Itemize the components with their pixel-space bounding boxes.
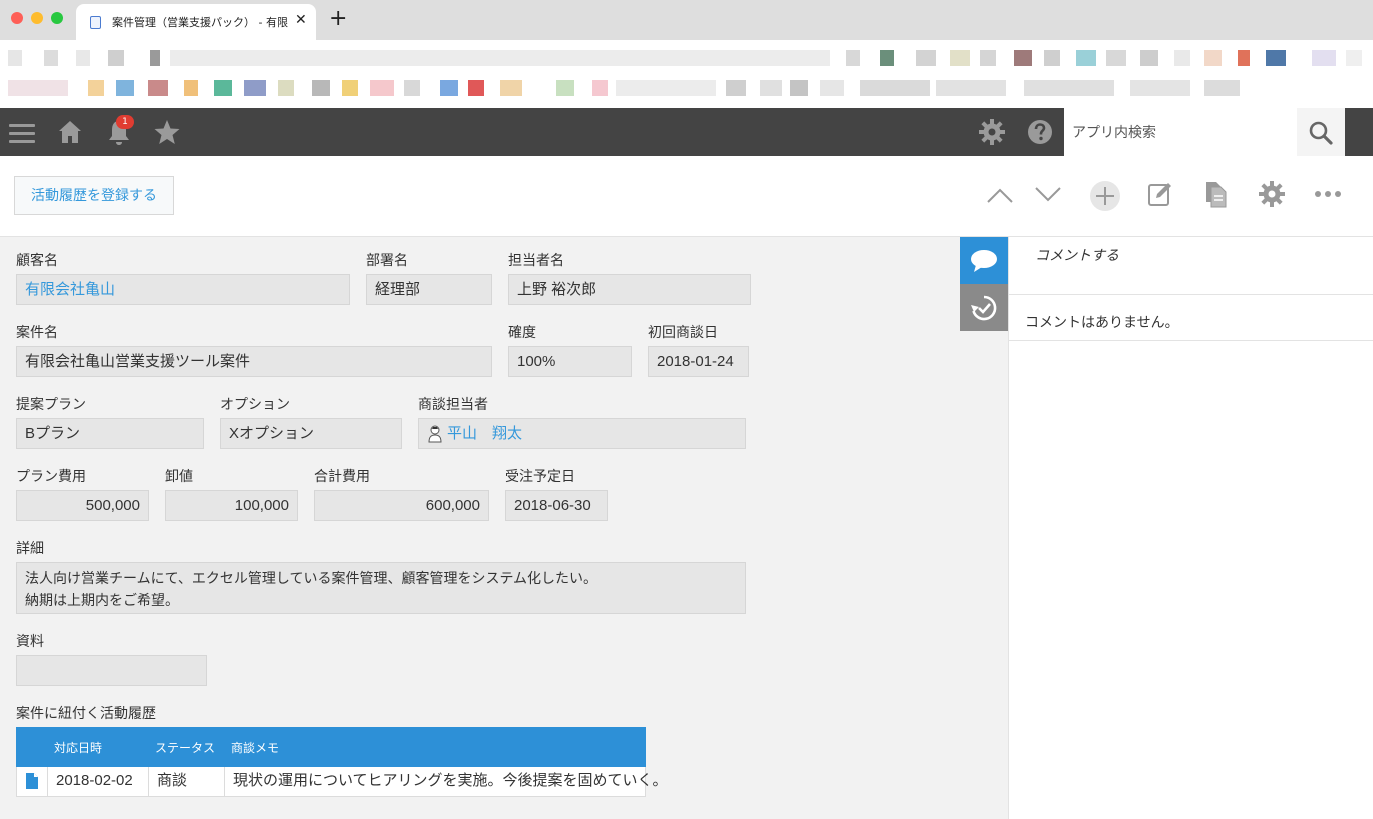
probability-label: 確度 <box>508 324 536 340</box>
empty-comments-message: コメントはありません。 <box>1025 314 1179 330</box>
table-header: 対応日時 ステータス 商談メモ <box>16 727 646 767</box>
deal-field: 有限会社亀山営業支援ツール案件 <box>16 346 492 377</box>
history-tab[interactable] <box>960 284 1008 331</box>
detail-line: 納期は上期内をご希望。 <box>25 592 179 608</box>
more-icon[interactable] <box>1314 180 1342 212</box>
gear-icon[interactable] <box>978 118 1006 150</box>
history-icon <box>971 295 997 321</box>
column-header-memo: 商談メモ <box>231 741 280 755</box>
wholesale-field: 100,000 <box>165 490 298 521</box>
user-icon <box>428 425 442 443</box>
favicon-icon <box>90 16 101 29</box>
star-icon[interactable] <box>153 118 181 150</box>
comment-placeholder[interactable]: コメントする <box>1035 245 1119 265</box>
bookmarks-bar <box>0 40 1373 108</box>
document-icon[interactable] <box>26 773 38 789</box>
total-cost-field: 600,000 <box>314 490 489 521</box>
activity-status: 商談 <box>148 767 224 796</box>
activity-label: 案件に紐付く活動履歴 <box>16 705 156 721</box>
comment-icon <box>971 250 997 272</box>
detail-line: 法人向け営業チームにて、エクセル管理している案件管理、顧客管理をシステム化したい… <box>25 570 598 586</box>
record-toolbar: 活動履歴を登録する <box>0 156 1373 237</box>
gear-icon[interactable] <box>1258 180 1286 212</box>
app-search-wrap <box>1064 108 1298 156</box>
search-button[interactable] <box>1297 108 1345 156</box>
record-form: 顧客名 有限会社亀山 部署名 経理部 担当者名 上野 裕次郎 案件名 有限会社亀… <box>0 237 960 819</box>
panel-divider <box>1009 340 1373 341</box>
customer-label: 顧客名 <box>16 252 58 268</box>
customer-field[interactable]: 有限会社亀山 <box>16 274 350 305</box>
order-date-label: 受注予定日 <box>505 468 575 484</box>
edit-icon[interactable] <box>1146 180 1174 212</box>
tab-title: 案件管理（営業支援パック） - 有限 <box>112 16 288 29</box>
table-row[interactable]: 2018-02-02 商談 現状の運用についてヒアリングを実施。今後提案を固めて… <box>16 767 668 797</box>
app-search-input[interactable] <box>1072 120 1292 144</box>
column-header-status: ステータス <box>155 741 216 755</box>
browser-tabbar: 案件管理（営業支援パック） - 有限 ✕ + <box>0 0 1373 40</box>
notification-badge: 1 <box>116 115 134 129</box>
probability-field: 100% <box>508 346 632 377</box>
search-icon <box>1309 121 1333 145</box>
materials-field <box>16 655 207 686</box>
department-label: 部署名 <box>366 252 408 268</box>
comment-input[interactable]: コメントする <box>1009 237 1373 295</box>
contact-field: 上野 裕次郎 <box>508 274 751 305</box>
chevron-up-icon[interactable] <box>986 180 1014 212</box>
side-panel-tabs <box>960 237 1008 819</box>
plus-icon[interactable] <box>1089 180 1121 216</box>
rep-field[interactable]: 平山 翔太 <box>418 418 746 449</box>
menu-icon[interactable] <box>9 120 35 148</box>
deal-label: 案件名 <box>16 324 58 340</box>
window-minimize-button[interactable] <box>31 12 43 24</box>
tab-close-icon[interactable]: ✕ <box>295 12 307 28</box>
option-field: Xオプション <box>220 418 402 449</box>
option-label: オプション <box>220 396 290 412</box>
home-icon[interactable] <box>56 118 84 150</box>
plan-label: 提案プラン <box>16 396 86 412</box>
window-close-button[interactable] <box>11 12 23 24</box>
rep-name[interactable]: 平山 翔太 <box>447 425 522 442</box>
comment-panel: コメントする コメントはありません。 <box>1008 237 1373 819</box>
materials-label: 資料 <box>16 633 44 649</box>
activity-memo: 現状の運用についてヒアリングを実施。今後提案を固めていく。 <box>224 767 668 796</box>
activity-date: 2018-02-02 <box>47 767 148 796</box>
window-zoom-button[interactable] <box>51 12 63 24</box>
contact-label: 担当者名 <box>508 252 564 268</box>
order-date-field: 2018-06-30 <box>505 490 608 521</box>
browser-tab[interactable]: 案件管理（営業支援パック） - 有限 ✕ <box>76 4 316 40</box>
detail-field: 法人向け営業チームにて、エクセル管理している案件管理、顧客管理をシステム化したい… <box>16 562 746 614</box>
open-record-cell[interactable] <box>17 767 47 796</box>
new-tab-button[interactable]: + <box>329 7 347 31</box>
plan-cost-label: プラン費用 <box>16 468 86 484</box>
total-cost-label: 合計費用 <box>314 468 370 484</box>
register-activity-button[interactable]: 活動履歴を登録する <box>14 176 174 215</box>
first-meeting-field: 2018-01-24 <box>648 346 749 377</box>
help-icon[interactable] <box>1027 118 1053 150</box>
column-header-date: 対応日時 <box>54 741 103 755</box>
plan-cost-field: 500,000 <box>16 490 149 521</box>
wholesale-label: 卸値 <box>165 468 193 484</box>
detail-label: 詳細 <box>16 540 44 556</box>
chevron-down-icon[interactable] <box>1034 180 1062 212</box>
copy-icon[interactable] <box>1202 180 1230 212</box>
comments-tab[interactable] <box>960 237 1008 284</box>
rep-label: 商談担当者 <box>418 396 488 412</box>
plan-field: Bプラン <box>16 418 204 449</box>
activity-table: 対応日時 ステータス 商談メモ 2018-02-02 商談 現状の運用についてヒ… <box>16 727 668 797</box>
first-meeting-label: 初回商談日 <box>648 324 718 340</box>
department-field: 経理部 <box>366 274 492 305</box>
